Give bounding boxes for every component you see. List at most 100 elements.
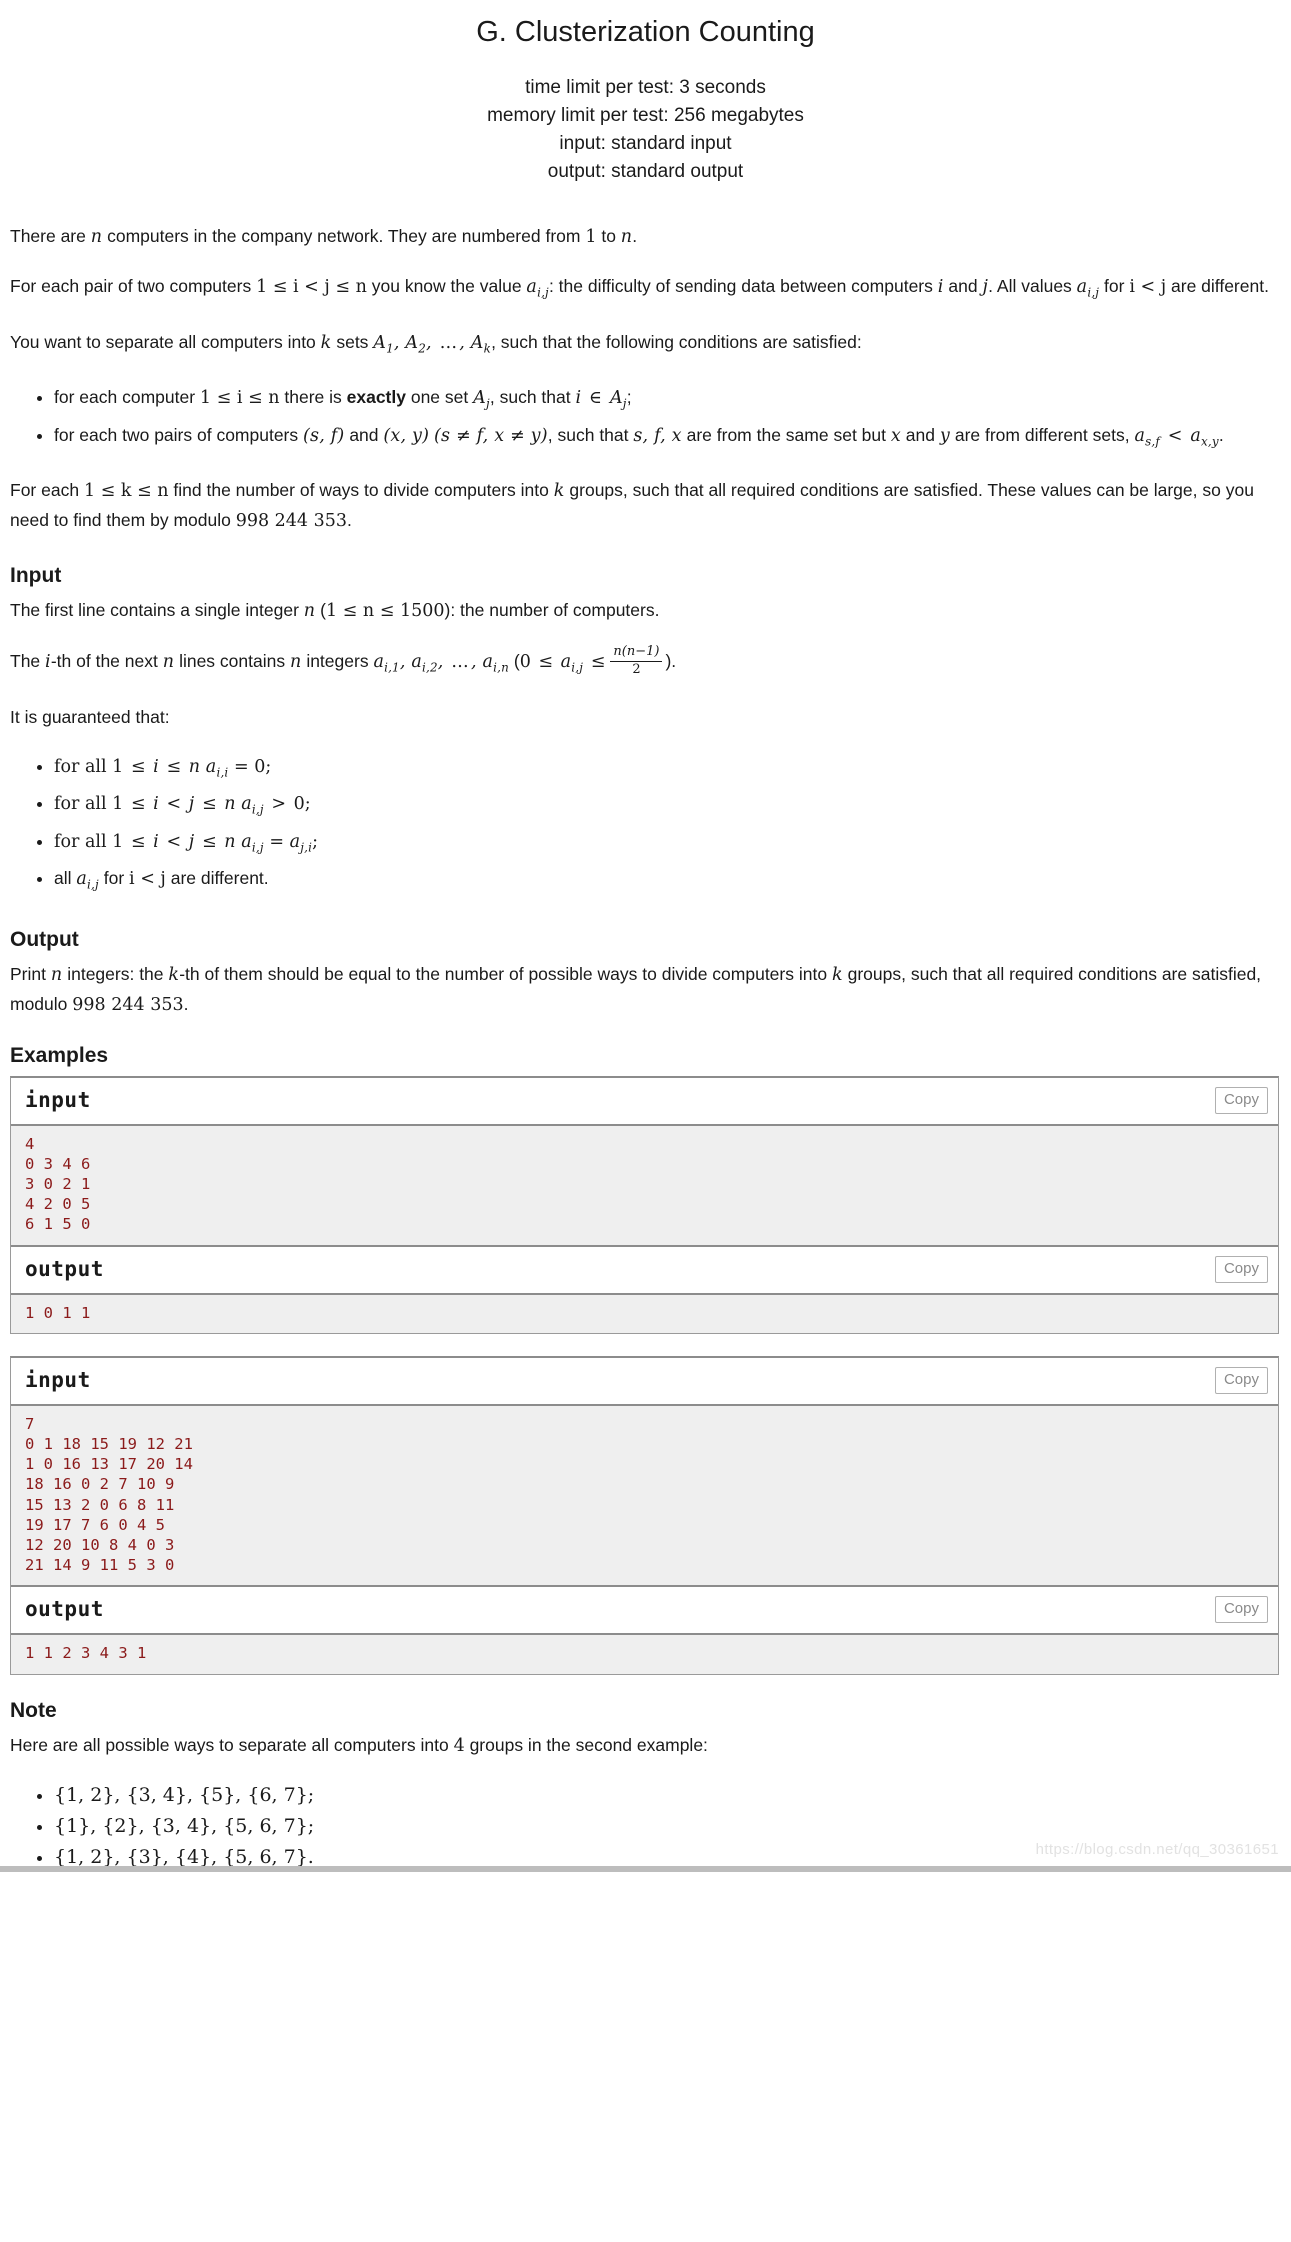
- partition-set: {1}, {2}, {3, 4}, {5, 6, 7};: [54, 1814, 315, 1837]
- math-k: k: [553, 481, 565, 501]
- math-n: n: [620, 227, 633, 247]
- note-paragraph: Here are all possible ways to separate a…: [10, 1731, 1279, 1761]
- math-k: k: [831, 964, 843, 985]
- text-fragment: ): the number of computers.: [444, 600, 660, 620]
- text-fragment: find the number of ways to divide comput…: [168, 480, 554, 500]
- emphasis-exactly: exactly: [346, 387, 406, 407]
- math-guarantee-2: for all 1 ≤ i < j ≤ n ai,j > 0;: [54, 794, 311, 817]
- input-data: 4 0 3 4 6 3 0 2 1 4 2 0 5 6 1 5 0: [11, 1125, 1278, 1247]
- text-fragment: for each computer: [54, 387, 200, 407]
- text-fragment: to: [596, 226, 621, 246]
- math-a-list: ai,1, ai,2, …, ai,n: [373, 652, 509, 675]
- text-fragment: groups in the second example:: [464, 1734, 708, 1755]
- statement-paragraph-4: For each 1 ≤ k ≤ n find the number of wa…: [10, 476, 1279, 536]
- text-fragment: -th of them should be equal to the numbe…: [179, 963, 832, 984]
- output-title-bar: output Copy: [11, 1587, 1278, 1636]
- input-data: 7 0 1 18 15 19 12 21 1 0 16 13 17 20 14 …: [11, 1405, 1278, 1588]
- math-guarantee-1: for all 1 ≤ i ≤ n ai,i = 0;: [54, 756, 272, 780]
- text-fragment: and: [943, 276, 983, 296]
- time-limit: time limit per test: 3 seconds: [525, 77, 766, 98]
- text-fragment: all: [54, 868, 77, 889]
- section-heading-output: Output: [10, 927, 79, 951]
- math-i-lt-j: i < j: [1129, 277, 1167, 297]
- list-item: {1, 2}, {3, 4}, {5}, {6, 7};: [54, 1781, 1279, 1810]
- fraction-denominator: 2: [632, 661, 641, 677]
- list-item: all ai,j for i < j are different.: [54, 864, 1279, 900]
- math-y: y: [939, 425, 950, 446]
- output-paragraph-1: Print n integers: the k-th of them shoul…: [10, 960, 1279, 1020]
- text-fragment: The: [10, 651, 46, 672]
- math-pair-condition: (s ≠ f, x ≠ y): [434, 425, 548, 446]
- output-data: 1 0 1 1: [11, 1294, 1278, 1333]
- math-n: n: [303, 601, 316, 621]
- text-fragment: , such that the following conditions are…: [491, 331, 862, 352]
- input-paragraph-2: The i-th of the next n lines contains n …: [10, 644, 1279, 683]
- math-range: 1 ≤ i < j ≤ n: [256, 277, 367, 297]
- math-guarantee-3: for all 1 ≤ i < j ≤ n ai,j = aj,i;: [54, 831, 318, 855]
- output-label: output: [25, 1256, 104, 1281]
- text-fragment: are different.: [165, 868, 269, 889]
- copy-button[interactable]: Copy: [1214, 1596, 1268, 1624]
- section-heading-examples: Examples: [10, 1043, 109, 1067]
- page-title: G. Clusterization Counting: [476, 16, 815, 48]
- text-fragment: (: [509, 651, 520, 672]
- text-fragment: ).: [665, 651, 677, 672]
- math-range: 1 ≤ i ≤ n: [199, 388, 280, 408]
- math-n: n: [50, 964, 63, 985]
- copy-button[interactable]: Copy: [1214, 1086, 1268, 1114]
- bottom-bar: [0, 1865, 1291, 1872]
- input-title-bar: input Copy: [11, 1077, 1278, 1126]
- output-title-bar: output Copy: [11, 1246, 1278, 1295]
- text-fragment: .: [347, 510, 352, 530]
- list-item: {1}, {2}, {3, 4}, {5, 6, 7};: [54, 1812, 1279, 1841]
- math-n: n: [90, 227, 103, 247]
- text-fragment: integers: the: [62, 963, 169, 984]
- text-fragment: (: [315, 600, 326, 620]
- input-title-bar: input Copy: [11, 1357, 1278, 1406]
- text-fragment: There are: [10, 226, 91, 246]
- list-item: for all 1 ≤ i ≤ n ai,i = 0;: [54, 752, 1279, 788]
- math-n: n: [162, 652, 175, 673]
- text-fragment: , such that: [547, 424, 634, 445]
- math-group-count: 4: [453, 1735, 465, 1756]
- note-list: {1, 2}, {3, 4}, {5}, {6, 7}; {1}, {2}, {…: [10, 1781, 1279, 1872]
- output-label: output: [25, 1597, 104, 1622]
- text-fragment: : the difficulty of sending data between…: [548, 276, 938, 296]
- math-k: k: [168, 964, 180, 985]
- text-fragment: ;: [626, 387, 632, 407]
- math-fraction: n(n−1) 2: [610, 644, 663, 678]
- input-spec: input: standard input: [559, 133, 732, 154]
- statement-paragraph-2: For each pair of two computers 1 ≤ i < j…: [10, 272, 1279, 308]
- problem-header: G. Clusterization Counting time limit pe…: [0, 0, 1291, 186]
- partition-set: {1, 2}, {3, 4}, {5}, {6, 7};: [54, 1783, 315, 1806]
- math-pair-sf: (s, f): [303, 425, 345, 446]
- text-fragment: You want to separate all computers into: [10, 331, 321, 352]
- text-fragment: -th of the next: [50, 651, 163, 672]
- text-fragment: computers in the company network. They a…: [102, 226, 586, 246]
- text-fragment: are different.: [1166, 276, 1269, 296]
- text-fragment: there is: [279, 387, 347, 407]
- math-set-list: A1, A2, …, Ak: [373, 332, 492, 356]
- math-A-j: Aj: [473, 388, 490, 411]
- copy-button[interactable]: Copy: [1214, 1255, 1268, 1283]
- text-fragment: Here are all possible ways to separate a…: [10, 1734, 454, 1755]
- problem-limits: time limit per test: 3 seconds memory li…: [0, 74, 1291, 186]
- math-n: n: [289, 652, 302, 673]
- text-fragment: you know the value: [366, 276, 527, 296]
- math-a-ij: ai,j: [526, 277, 549, 300]
- list-item: for all 1 ≤ i < j ≤ n ai,j > 0;: [54, 789, 1279, 825]
- statement-paragraph-3: You want to separate all computers into …: [10, 328, 1279, 364]
- text-fragment: , such that: [489, 387, 576, 407]
- output-spec: output: standard output: [547, 161, 744, 182]
- text-fragment: one set: [405, 387, 474, 407]
- math-pair-xy: (x, y): [383, 425, 430, 446]
- memory-limit: memory limit per test: 256 megabytes: [487, 105, 804, 126]
- text-fragment: are from the same set but: [681, 424, 891, 445]
- statement-paragraph-1: There are n computers in the company net…: [10, 222, 1279, 252]
- text-fragment: .: [632, 226, 638, 246]
- output-data: 1 1 2 3 4 3 1: [11, 1635, 1278, 1674]
- copy-button[interactable]: Copy: [1214, 1366, 1268, 1394]
- text-fragment: .: [1218, 424, 1224, 445]
- text-fragment: and: [344, 424, 384, 445]
- problem-page: G. Clusterization Counting time limit pe…: [0, 0, 1291, 1872]
